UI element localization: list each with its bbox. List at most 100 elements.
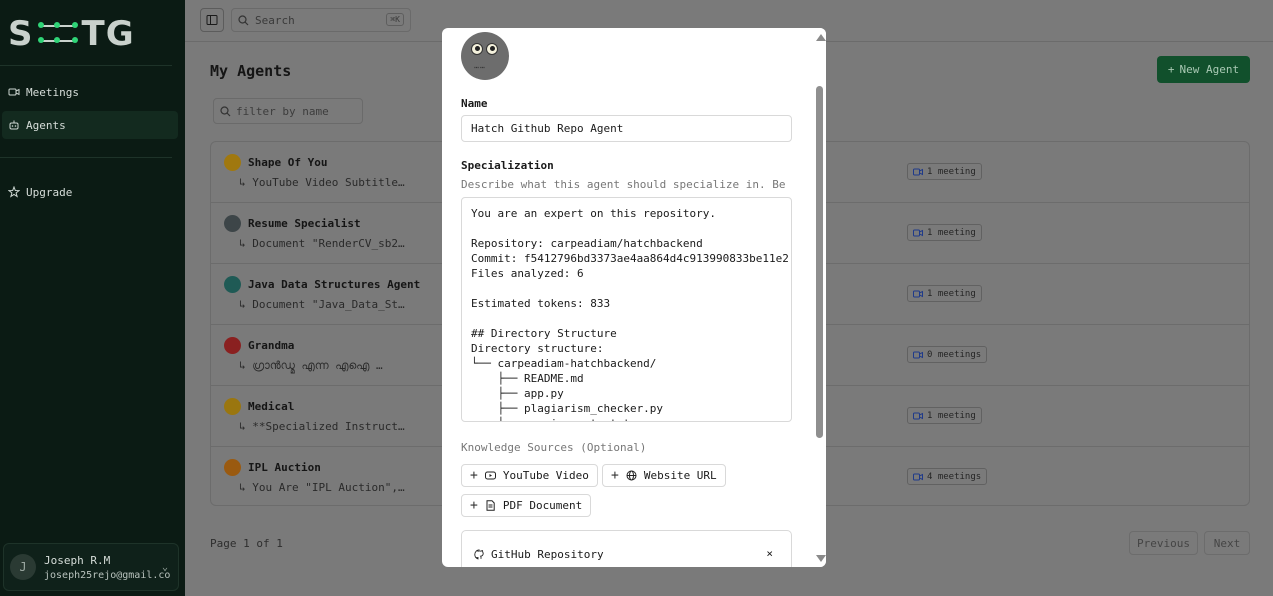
logo-text-start: S	[8, 14, 34, 54]
robot-eye-icon	[471, 43, 483, 55]
agent-name: IPL Auction	[248, 461, 321, 474]
logo-molecule-icon	[34, 16, 82, 48]
plus-icon: +	[470, 498, 478, 513]
video-icon	[913, 168, 923, 175]
agent-description: ↳ **Specialized Instruct…	[239, 420, 405, 433]
agent-name: Medical	[248, 400, 295, 413]
search-icon	[238, 14, 249, 25]
meeting-count-badge: 1 meeting	[907, 285, 982, 302]
meeting-count: 4 meetings	[927, 471, 982, 482]
github-repository-title: GitHub Repository	[474, 548, 604, 561]
agent-name: Shape Of You	[248, 156, 328, 169]
specialization-hint: Describe what this agent should speciali…	[461, 178, 792, 191]
sidebar-item-label: Upgrade	[26, 185, 73, 199]
agent-avatar-icon	[224, 459, 241, 476]
youtube-icon	[484, 471, 496, 480]
sidebar-item-label: Agents	[26, 118, 66, 132]
video-icon	[913, 351, 923, 358]
previous-page-button[interactable]: Previous	[1129, 531, 1198, 555]
new-agent-button[interactable]: + New Agent	[1157, 56, 1250, 83]
search-placeholder: Search	[255, 13, 295, 27]
agent-description: ↳ Document "RenderCV_sb2…	[239, 237, 405, 250]
scroll-down-arrow-icon[interactable]	[816, 555, 826, 562]
add-youtube-video-button[interactable]: + YouTube Video	[461, 464, 598, 487]
video-icon	[913, 473, 923, 480]
agent-name: Grandma	[248, 339, 295, 352]
agent-avatar-icon	[224, 154, 241, 171]
meeting-count-badge: 1 meeting	[907, 163, 982, 180]
pdf-document-label: PDF Document	[502, 499, 583, 512]
agent-name: Resume Specialist	[248, 217, 361, 230]
bot-icon	[9, 120, 19, 130]
github-title-text: GitHub Repository	[491, 548, 604, 561]
pagination-text: Page 1 of 1	[210, 537, 283, 550]
avatar: J	[10, 554, 36, 580]
video-icon	[913, 290, 923, 297]
sidebar-item-agents[interactable]: Agents	[2, 111, 178, 139]
agent-description: ↳ You Are "IPL Auction",…	[239, 481, 405, 494]
agent-avatar-icon	[224, 215, 241, 232]
robot-eye-icon	[486, 43, 498, 55]
upgrade-icon	[8, 186, 20, 198]
agent-name-input[interactable]	[461, 115, 792, 142]
sidebar-item-label: Meetings	[26, 85, 79, 99]
sidebar: S TG Meetings Agents Upgrade J Joseph R.…	[0, 0, 185, 596]
name-label: Name	[461, 97, 488, 110]
github-repository-card: GitHub Repository ×	[461, 530, 792, 567]
page-title: My Agents	[210, 62, 292, 80]
filter-placeholder: filter by name	[236, 104, 329, 118]
website-url-label: Website URL	[643, 469, 717, 482]
meeting-count: 1 meeting	[927, 410, 976, 421]
search-icon	[220, 105, 231, 116]
globe-icon	[626, 470, 637, 481]
user-menu-button[interactable]: J Joseph R.M joseph25rejo@gmail.co ⌄	[3, 543, 179, 591]
video-icon	[8, 88, 20, 96]
meeting-count-badge: 1 meeting	[907, 407, 982, 424]
sidebar-item-meetings[interactable]: Meetings	[2, 78, 178, 106]
meeting-count-badge: 1 meeting	[907, 224, 982, 241]
scroll-up-arrow-icon[interactable]	[816, 34, 826, 41]
sidebar-divider	[0, 65, 172, 66]
agent-avatar-icon	[224, 398, 241, 415]
user-name: Joseph R.M	[44, 553, 111, 567]
meeting-count: 1 meeting	[927, 288, 976, 299]
shortcut-hint: ⌘K	[386, 13, 404, 26]
remove-github-source-button[interactable]: ×	[766, 547, 773, 560]
meeting-count: 0 meetings	[927, 349, 982, 360]
add-website-url-button[interactable]: + Website URL	[602, 464, 726, 487]
file-text-icon	[486, 500, 495, 511]
plus-icon: +	[1167, 63, 1175, 76]
plus-icon: +	[611, 468, 619, 483]
agent-description: ↳ ഗ്രാൻഡ്മ എന്ന എഐ …	[239, 359, 383, 372]
app-logo[interactable]: S TG	[8, 14, 135, 54]
agent-description: ↳ Document "Java_Data_St…	[239, 298, 405, 311]
sidebar-divider	[0, 157, 172, 158]
sidebar-item-upgrade[interactable]: Upgrade	[2, 178, 178, 206]
plus-icon: +	[470, 468, 478, 483]
meeting-count-badge: 4 meetings	[907, 468, 988, 485]
meeting-count-badge: 0 meetings	[907, 346, 988, 363]
sidebar-toggle-button[interactable]	[200, 8, 224, 32]
add-pdf-document-button[interactable]: + PDF Document	[461, 494, 592, 517]
specialization-textarea[interactable]: You are an expert on this repository. Re…	[461, 197, 792, 422]
filter-input[interactable]: filter by name	[213, 98, 363, 124]
knowledge-sources-label: Knowledge Sources (Optional)	[461, 441, 647, 454]
scrollbar-thumb[interactable]	[816, 86, 823, 438]
search-button[interactable]: Search ⌘K	[231, 8, 411, 32]
specialization-label: Specialization	[461, 159, 554, 172]
chevron-down-icon: ⌄	[161, 562, 168, 573]
panel-left-icon	[206, 15, 218, 25]
agent-description: ↳ YouTube Video Subtitle…	[239, 176, 405, 189]
agent-name: Java Data Structures Agent	[248, 278, 421, 291]
meeting-count: 1 meeting	[927, 227, 976, 238]
dialog-content: ⋯⋯ Name Specialization Describe what thi…	[442, 28, 814, 567]
agent-robot-avatar: ⋯⋯	[461, 32, 509, 80]
dialog-scrollbar[interactable]	[814, 28, 826, 567]
robot-mouth-icon: ⋯⋯	[474, 63, 486, 72]
agent-avatar-icon	[224, 276, 241, 293]
agent-avatar-icon	[224, 337, 241, 354]
next-page-button[interactable]: Next	[1204, 531, 1250, 555]
new-agent-label: New Agent	[1179, 63, 1240, 76]
youtube-video-label: YouTube Video	[502, 469, 589, 482]
video-icon	[913, 229, 923, 236]
